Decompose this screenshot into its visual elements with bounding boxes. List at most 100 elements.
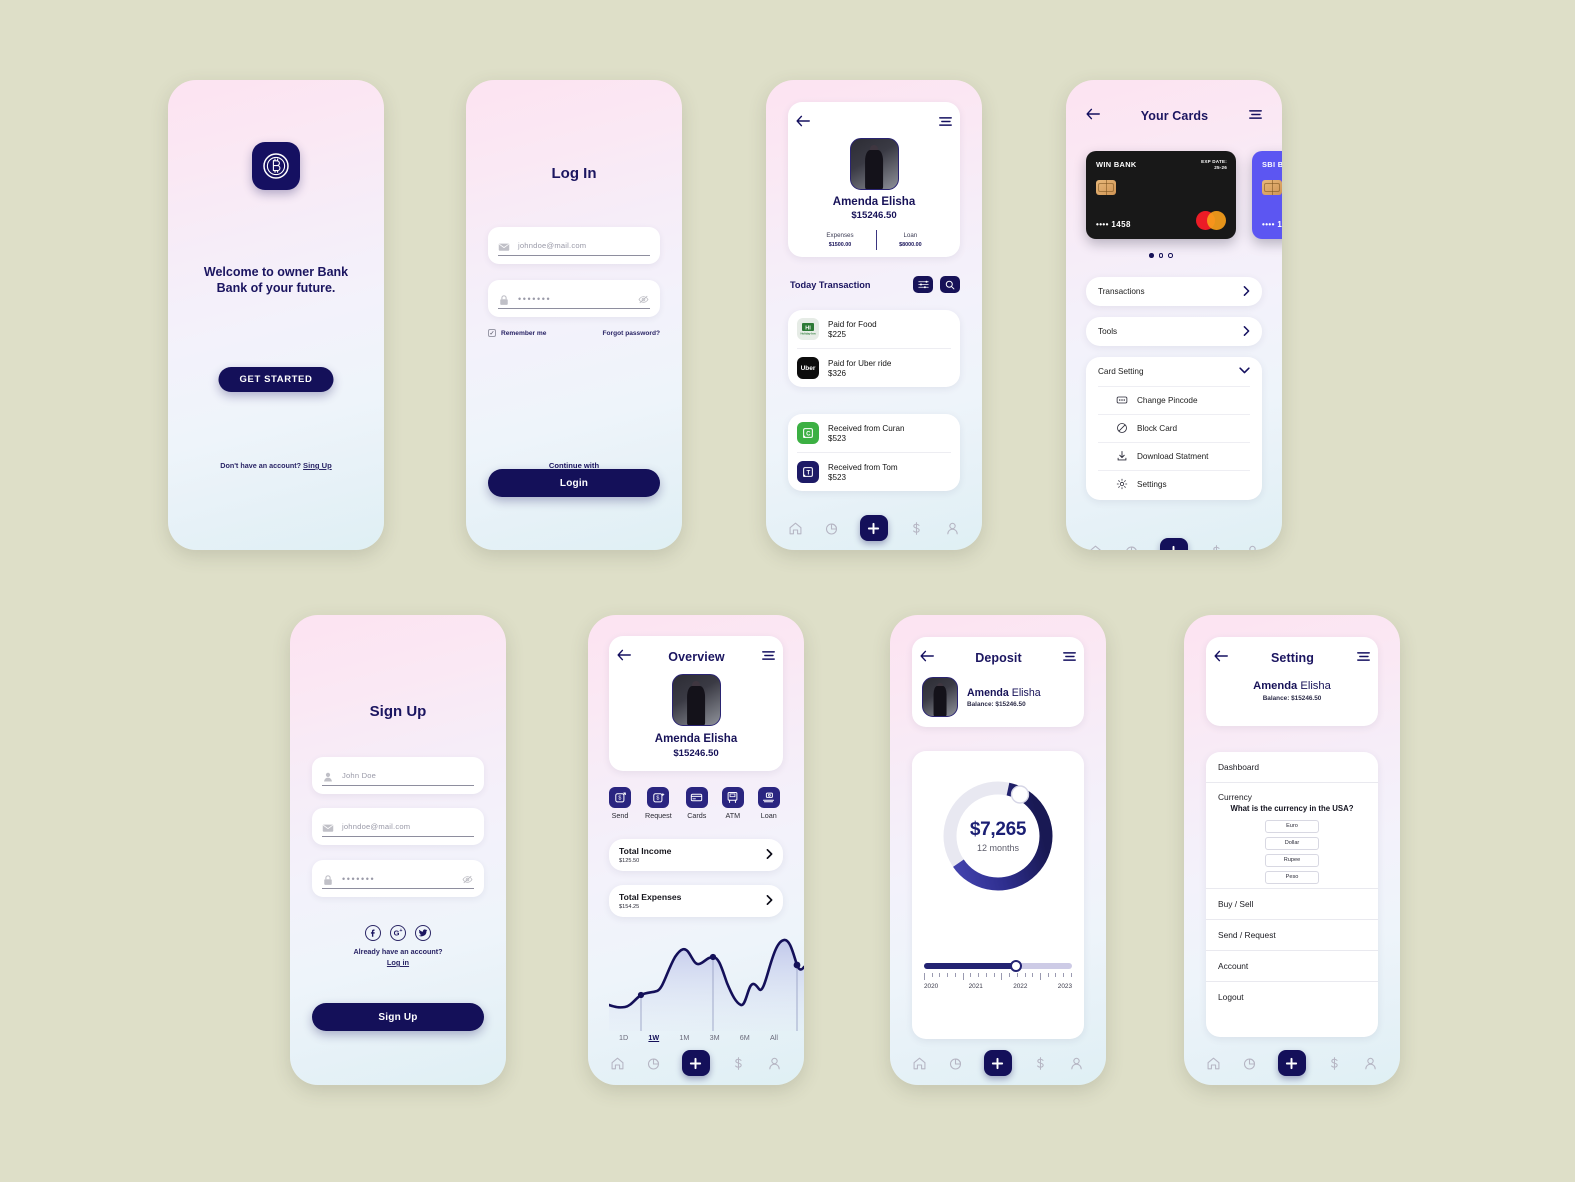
range-selector[interactable]: 1D 1W 1M 3M 6M All [609, 1033, 788, 1042]
card-setting-item-change-pincode[interactable]: Change Pincode [1098, 386, 1250, 414]
quiz-option-peso[interactable]: Peso [1265, 870, 1319, 884]
bank-card-primary[interactable]: WIN BANK EXP DATE: 25-26 •••• 1458 [1086, 151, 1236, 239]
menu-icon[interactable] [762, 648, 775, 666]
remember-me-checkbox[interactable]: ✓ [488, 329, 496, 337]
pager-dot[interactable] [1158, 253, 1164, 258]
analytics-icon[interactable] [646, 1056, 661, 1071]
pager-dot[interactable] [1149, 253, 1154, 258]
bank-card-secondary[interactable]: SBI BANK •••• 1245 [1252, 151, 1282, 239]
action-cards[interactable]: Cards [685, 787, 708, 820]
analytics-icon[interactable] [948, 1056, 963, 1071]
add-icon[interactable] [1159, 538, 1188, 550]
password-field[interactable]: ••••••• [488, 280, 660, 317]
slider-knob[interactable] [1009, 960, 1022, 972]
quiz-option-dollar[interactable]: Dollar [1265, 836, 1319, 850]
dollar-icon[interactable] [1327, 1056, 1342, 1071]
dollar-icon[interactable] [909, 521, 924, 536]
home-icon[interactable] [788, 521, 803, 536]
menu-icon[interactable] [1249, 107, 1262, 125]
signup-submit-button[interactable]: Sign Up [312, 1003, 484, 1031]
dollar-icon[interactable] [1033, 1056, 1048, 1071]
google-icon[interactable]: G+ [390, 925, 406, 941]
deposit-progress-ring[interactable]: $7,265 12 months [939, 777, 1057, 895]
signup-link[interactable]: Sing Up [303, 461, 332, 470]
stat-total-income[interactable]: Total Income $125.50 [609, 839, 783, 871]
add-icon[interactable] [983, 1050, 1012, 1076]
transaction-row[interactable]: C Received from Curan $523 [788, 414, 960, 452]
analytics-icon[interactable] [1124, 544, 1139, 550]
forgot-password-link[interactable]: Forgot password? [602, 330, 660, 337]
range-3m[interactable]: 3M [710, 1033, 720, 1042]
back-icon[interactable] [1086, 107, 1100, 125]
screen-signup: Sign Up John Doe johndoe@mail.com ••••••… [290, 615, 506, 1085]
dollar-icon[interactable] [731, 1056, 746, 1071]
back-icon[interactable] [920, 649, 934, 667]
range-6m[interactable]: 6M [740, 1033, 750, 1042]
menu-icon[interactable] [1063, 649, 1076, 667]
quiz-option-euro[interactable]: Euro [1265, 819, 1319, 833]
transaction-row[interactable]: HI Holiday Inn Paid for Food $225 [788, 310, 960, 348]
menu-item-transactions[interactable]: Transactions [1086, 277, 1262, 306]
card-setting-toggle[interactable]: Card Setting [1098, 357, 1250, 386]
uber-icon: Uber [797, 357, 819, 379]
action-loan[interactable]: Loan [757, 787, 780, 820]
dollar-icon[interactable] [1209, 544, 1224, 550]
setting-item-send-request[interactable]: Send / Request [1206, 920, 1378, 951]
home-icon[interactable] [1206, 1056, 1221, 1071]
home-icon[interactable] [912, 1056, 927, 1071]
transaction-row[interactable]: T Received from Tom $523 [788, 453, 960, 491]
setting-item-dashboard[interactable]: Dashboard [1206, 752, 1378, 783]
setting-item-logout[interactable]: Logout [1206, 982, 1378, 1012]
transaction-row[interactable]: Uber Paid for Uber ride $326 [788, 349, 960, 387]
back-icon[interactable] [617, 648, 631, 666]
twitter-icon[interactable] [415, 925, 431, 941]
profile-icon[interactable] [767, 1056, 782, 1071]
menu-item-tools[interactable]: Tools [1086, 317, 1262, 346]
name-field[interactable]: John Doe [312, 757, 484, 794]
toggle-password-visibility-icon[interactable] [462, 872, 473, 884]
setting-item-buy-sell[interactable]: Buy / Sell [1206, 889, 1378, 920]
home-icon[interactable] [610, 1056, 625, 1071]
card-setting-item-download-statement[interactable]: Download Statment [1098, 442, 1250, 470]
stat-total-expenses[interactable]: Total Expenses $154.25 [609, 885, 783, 917]
profile-icon[interactable] [1245, 544, 1260, 550]
setting-item-account[interactable]: Account [1206, 951, 1378, 982]
password-field[interactable]: ••••••• [312, 860, 484, 897]
home-icon[interactable] [1088, 544, 1103, 550]
login-link[interactable]: Log in [290, 958, 506, 967]
get-started-button[interactable]: GET STARTED [218, 367, 334, 392]
range-1w[interactable]: 1W [648, 1033, 659, 1042]
back-icon[interactable] [1214, 649, 1228, 667]
toggle-password-visibility-icon[interactable] [638, 292, 649, 304]
profile-icon[interactable] [945, 521, 960, 536]
add-icon[interactable] [681, 1050, 710, 1076]
year-slider[interactable] [924, 960, 1072, 972]
add-icon[interactable] [1277, 1050, 1306, 1076]
action-send[interactable]: $ Send [609, 787, 631, 820]
action-request[interactable]: $ Request [645, 787, 672, 820]
back-icon[interactable] [796, 114, 810, 132]
add-icon[interactable] [859, 515, 888, 541]
carousel-pager[interactable] [1086, 253, 1236, 258]
facebook-icon[interactable] [365, 925, 381, 941]
profile-icon[interactable] [1363, 1056, 1378, 1071]
setting-item-currency[interactable]: Currency [1206, 783, 1378, 802]
analytics-icon[interactable] [824, 521, 839, 536]
email-field[interactable]: johndoe@mail.com [488, 227, 660, 264]
card-setting-item-block-card[interactable]: Block Card [1098, 414, 1250, 442]
login-submit-button[interactable]: Login [488, 469, 660, 497]
range-1m[interactable]: 1M [679, 1033, 689, 1042]
search-icon[interactable] [940, 276, 960, 293]
menu-icon[interactable] [939, 114, 952, 132]
range-1d[interactable]: 1D [619, 1033, 628, 1042]
filter-icon[interactable] [913, 276, 933, 293]
email-field[interactable]: johndoe@mail.com [312, 808, 484, 845]
action-atm[interactable]: ATM [721, 787, 744, 820]
profile-icon[interactable] [1069, 1056, 1084, 1071]
pager-dot[interactable] [1168, 253, 1173, 258]
menu-icon[interactable] [1357, 649, 1370, 667]
range-all[interactable]: All [770, 1033, 778, 1042]
analytics-icon[interactable] [1242, 1056, 1257, 1071]
quiz-option-rupee[interactable]: Rupee [1265, 853, 1319, 867]
card-setting-item-settings[interactable]: Settings [1098, 470, 1250, 498]
